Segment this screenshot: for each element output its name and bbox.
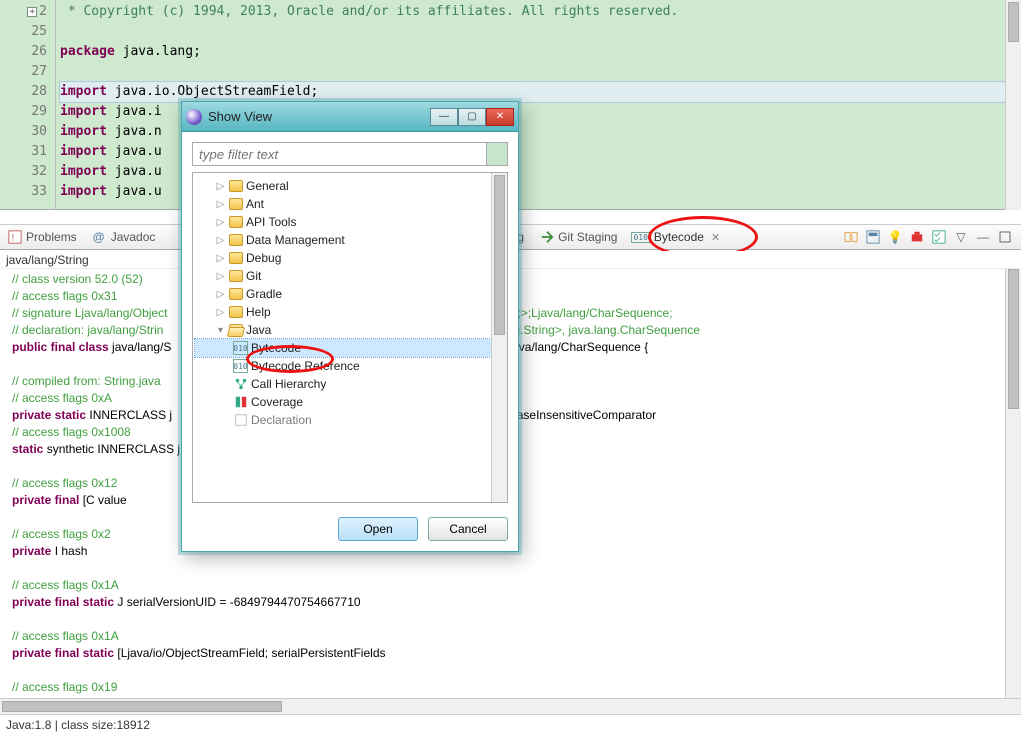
tree-item-java[interactable]: ▾Java xyxy=(195,321,505,339)
git-staging-icon xyxy=(540,230,554,244)
checklist-icon[interactable] xyxy=(931,229,947,245)
close-icon[interactable]: ✕ xyxy=(711,231,720,244)
tree-item-coverage[interactable]: Coverage xyxy=(195,393,505,411)
chevron-right-icon[interactable]: ▷ xyxy=(215,199,226,210)
maximize-button[interactable]: ▢ xyxy=(458,108,486,126)
dialog-titlebar[interactable]: Show View — ▢ ✕ xyxy=(182,102,518,132)
filter-input[interactable] xyxy=(192,142,487,166)
view-tree[interactable]: ▷General ▷Ant ▷API Tools ▷Data Managemen… xyxy=(192,172,508,503)
chevron-right-icon[interactable]: ▷ xyxy=(215,181,226,192)
folder-icon xyxy=(229,270,243,282)
chevron-right-icon[interactable]: ▷ xyxy=(215,217,226,228)
chevron-right-icon[interactable]: ▷ xyxy=(215,235,226,246)
minimize-view-icon[interactable]: — xyxy=(975,229,991,245)
call-hierarchy-icon xyxy=(233,377,248,391)
problems-icon: ! xyxy=(8,230,22,244)
cancel-button[interactable]: Cancel xyxy=(428,517,508,541)
bytecode-horizontal-scrollbar[interactable] xyxy=(0,698,1021,714)
folder-icon xyxy=(229,252,243,264)
bytecode-vertical-scrollbar[interactable] xyxy=(1005,269,1021,714)
chevron-right-icon[interactable]: ▷ xyxy=(215,271,226,282)
tree-item-help[interactable]: ▷Help xyxy=(195,303,505,321)
link-with-editor-icon[interactable] xyxy=(843,229,859,245)
minimize-button[interactable]: — xyxy=(430,108,458,126)
folder-open-icon xyxy=(229,324,243,336)
coverage-icon xyxy=(233,395,248,409)
bytecode-ref-icon: 010 xyxy=(233,359,248,373)
open-button[interactable]: Open xyxy=(338,517,418,541)
tab-problems[interactable]: ! Problems xyxy=(0,225,85,249)
tree-item-bytecode-reference[interactable]: 010Bytecode Reference xyxy=(195,357,505,375)
folder-icon xyxy=(229,216,243,228)
tree-item-declaration[interactable]: Declaration xyxy=(195,411,505,429)
tree-item-ant[interactable]: ▷Ant xyxy=(195,195,505,213)
eclipse-icon xyxy=(186,109,202,125)
declaration-icon xyxy=(233,413,248,427)
tab-bytecode[interactable]: 010 Bytecode ✕ xyxy=(625,225,726,249)
folder-icon xyxy=(229,180,243,192)
filter-clear-button[interactable] xyxy=(487,142,508,166)
tree-item-data-management[interactable]: ▷Data Management xyxy=(195,231,505,249)
red-toolbox-icon[interactable] xyxy=(909,229,925,245)
folder-icon xyxy=(229,234,243,246)
view-menu-icon[interactable]: ▽ xyxy=(953,229,969,245)
tab-git-staging[interactable]: Git Staging xyxy=(532,225,625,249)
tab-javadoc[interactable]: @ Javadoc xyxy=(85,225,164,249)
javadoc-icon: @ xyxy=(93,230,107,244)
maximize-view-icon[interactable] xyxy=(997,229,1013,245)
tree-item-apitools[interactable]: ▷API Tools xyxy=(195,213,505,231)
chevron-down-icon[interactable]: ▾ xyxy=(215,325,226,336)
bytecode-icon: 010 xyxy=(631,232,649,243)
tree-item-general[interactable]: ▷General xyxy=(195,177,505,195)
status-bar: Java:1.8 | class size:18912 xyxy=(0,714,1021,736)
tree-item-git[interactable]: ▷Git xyxy=(195,267,505,285)
chevron-right-icon[interactable]: ▷ xyxy=(215,253,226,264)
tree-item-debug[interactable]: ▷Debug xyxy=(195,249,505,267)
folder-icon xyxy=(229,306,243,318)
folder-icon xyxy=(229,288,243,300)
bytecode-icon: 010 xyxy=(233,341,248,355)
folder-icon xyxy=(229,198,243,210)
tree-vertical-scrollbar[interactable] xyxy=(491,173,507,502)
chevron-right-icon[interactable]: ▷ xyxy=(215,289,226,300)
toggle-view-icon[interactable] xyxy=(865,229,881,245)
editor-vertical-scrollbar[interactable] xyxy=(1005,0,1021,210)
tree-item-call-hierarchy[interactable]: Call Hierarchy xyxy=(195,375,505,393)
lightbulb-icon[interactable]: 💡 xyxy=(887,229,903,245)
chevron-right-icon[interactable]: ▷ xyxy=(215,307,226,318)
svg-text:!: ! xyxy=(12,233,15,244)
show-view-dialog: Show View — ▢ ✕ ▷General ▷Ant ▷API Tools… xyxy=(181,101,519,552)
close-button[interactable]: ✕ xyxy=(486,108,514,126)
fold-expand-icon[interactable]: + xyxy=(27,7,37,17)
tree-item-gradle[interactable]: ▷Gradle xyxy=(195,285,505,303)
dialog-title: Show View xyxy=(208,109,424,124)
tree-item-bytecode[interactable]: 010Bytecode xyxy=(195,339,505,357)
line-number-gutter: +2 25 26 27 28 29 30 31 32 33 xyxy=(0,0,56,209)
